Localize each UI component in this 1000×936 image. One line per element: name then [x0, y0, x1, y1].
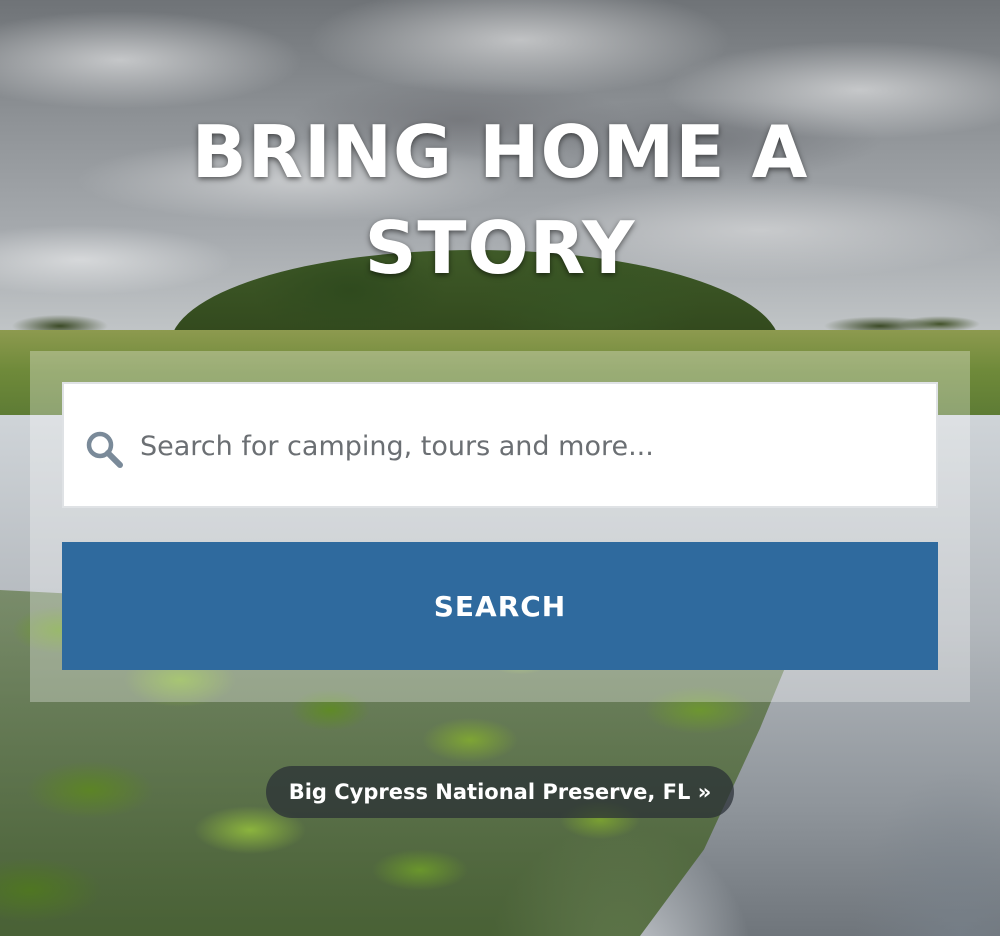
search-box[interactable]	[62, 382, 938, 508]
search-icon	[86, 431, 123, 468]
photo-location-link[interactable]: Big Cypress National Preserve, FL »	[266, 766, 734, 818]
hero-section: BRING HOME A STORY SEARCH Big Cypress Na…	[0, 0, 1000, 936]
search-button[interactable]: SEARCH	[62, 542, 938, 670]
hero-headline: BRING HOME A STORY	[191, 110, 809, 290]
search-panel: SEARCH	[30, 351, 970, 702]
search-input[interactable]	[138, 384, 932, 508]
